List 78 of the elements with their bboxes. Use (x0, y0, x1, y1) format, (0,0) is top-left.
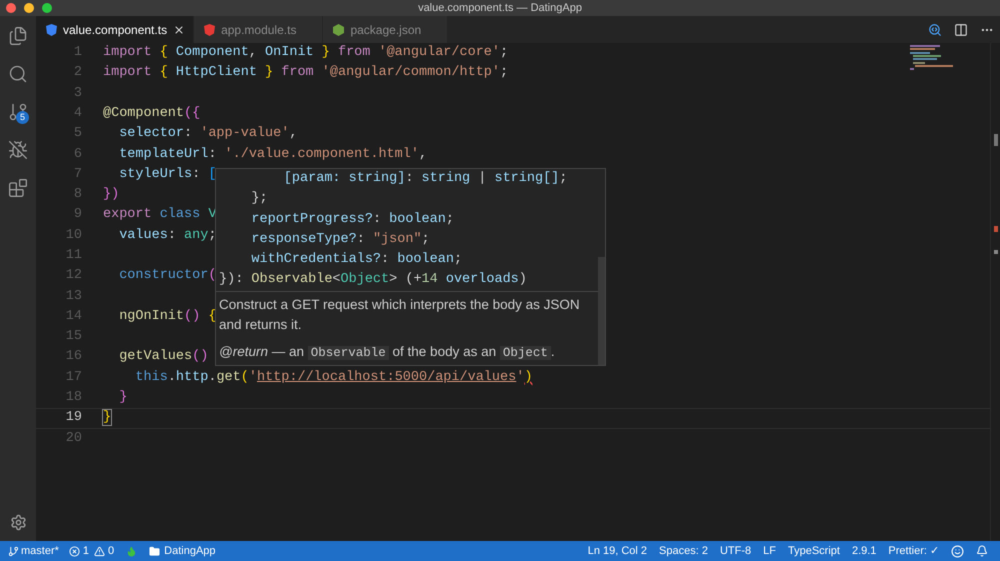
status-item[interactable]: LF (763, 542, 776, 560)
line-number: 15 (64, 328, 82, 346)
split-editor-icon[interactable] (954, 22, 968, 36)
line-number: 12 (64, 267, 82, 286)
warning-icon[interactable] (94, 546, 106, 556)
signature-line: }; (250, 190, 269, 208)
line-number: 1 (72, 44, 82, 62)
line-number: 20 (64, 430, 82, 448)
status-item[interactable]: 2.9.1 (852, 542, 876, 560)
maximize-window-button[interactable] (42, 3, 52, 13)
window-title: value.component.ts — DatingApp (418, 1, 582, 16)
line-number: 8 (72, 186, 82, 204)
code-line: values: any; (118, 226, 216, 245)
line-number: 18 (64, 389, 82, 408)
code-line: @Component({ (103, 104, 200, 123)
line-number: 11 (64, 246, 82, 265)
status-item[interactable]: UTF-8 (720, 542, 752, 560)
line-number: 13 (64, 288, 82, 306)
line-number: 4 (72, 104, 82, 123)
code-line: import { HttpClient } from '@angular/common/http'; (103, 64, 508, 82)
files-icon[interactable] (8, 26, 28, 46)
error-count[interactable]: 1 (82, 542, 90, 560)
search-icon[interactable] (928, 22, 942, 36)
signature-line: }): Observable<Object> (+14 overloads) (219, 271, 528, 290)
warning-count[interactable]: 0 (108, 542, 114, 560)
line-number: 7 (72, 166, 82, 184)
close-icon[interactable] (173, 24, 186, 36)
branch-icon (8, 546, 19, 556)
signature-line: [param: string]: string | string[]; (282, 170, 568, 188)
line-number: 16 (64, 348, 82, 366)
signature-line: responseType?: "json"; (250, 230, 431, 249)
bell-icon[interactable] (976, 545, 988, 557)
code-line: }) (103, 186, 120, 204)
code-line: templateUrl: './value.component.html', (118, 146, 428, 164)
settings-icon[interactable] (10, 514, 26, 531)
error-icon[interactable] (68, 546, 80, 556)
code-line: } (103, 409, 112, 428)
line-number: 3 (72, 84, 82, 103)
code-line: this.http.get('http://localhost:5000/api/values') (134, 368, 532, 387)
code-line: import { Component, OnInit } from '@angular/core'; (103, 44, 508, 62)
code-line: ngOnInit() { (118, 308, 216, 326)
code-line: } (118, 389, 128, 408)
code-line: selector: 'app-value', (118, 125, 298, 144)
signature-line: reportProgress?: boolean; (250, 210, 455, 229)
branch-name: master* (21, 544, 59, 559)
bug-icon[interactable] (8, 140, 28, 160)
branch-icon[interactable] (8, 102, 28, 122)
code-line: styleUrls: [ (118, 166, 216, 184)
popup-scrollbar-thumb[interactable] (598, 257, 605, 365)
line-number: 9 (72, 206, 82, 224)
line-number: 19 (64, 409, 82, 428)
status-item[interactable]: Ln 19, Col 2 (588, 542, 648, 560)
smiley-icon[interactable] (951, 544, 964, 558)
line-number: 2 (72, 64, 82, 82)
signature-line: withCredentials?: boolean; (250, 251, 464, 270)
editor-tab[interactable]: package.json (323, 16, 448, 43)
search-icon[interactable] (8, 64, 28, 84)
minimize-window-button[interactable] (24, 3, 34, 13)
code-line: constructor( (118, 267, 216, 286)
branch-status[interactable]: master* (8, 542, 59, 560)
status-item[interactable]: Prettier: ✓ (888, 542, 939, 560)
line-number: 6 (72, 146, 82, 164)
hover-description: Construct a GET request which interprets the body as JSON and returns it. (219, 296, 581, 334)
return-note: @return — an Observable of the body as an Object . (219, 342, 556, 362)
editor-tab[interactable]: app.module.ts (194, 16, 324, 43)
folder-name[interactable]: DatingApp (164, 542, 216, 560)
status-item[interactable]: TypeScript (788, 542, 840, 560)
line-number: 14 (64, 308, 82, 326)
folder-icon[interactable] (149, 546, 160, 556)
line-number: 10 (64, 226, 82, 245)
editor-tab[interactable]: value.component.ts (36, 16, 194, 43)
line-number: 17 (64, 368, 82, 387)
status-item[interactable]: Spaces: 2 (659, 542, 708, 560)
close-window-button[interactable] (6, 3, 16, 13)
blocks-icon[interactable] (8, 178, 28, 198)
count-badge: 5 (16, 111, 29, 124)
code-line: getValues() (118, 348, 208, 366)
line-number: 5 (72, 125, 82, 144)
